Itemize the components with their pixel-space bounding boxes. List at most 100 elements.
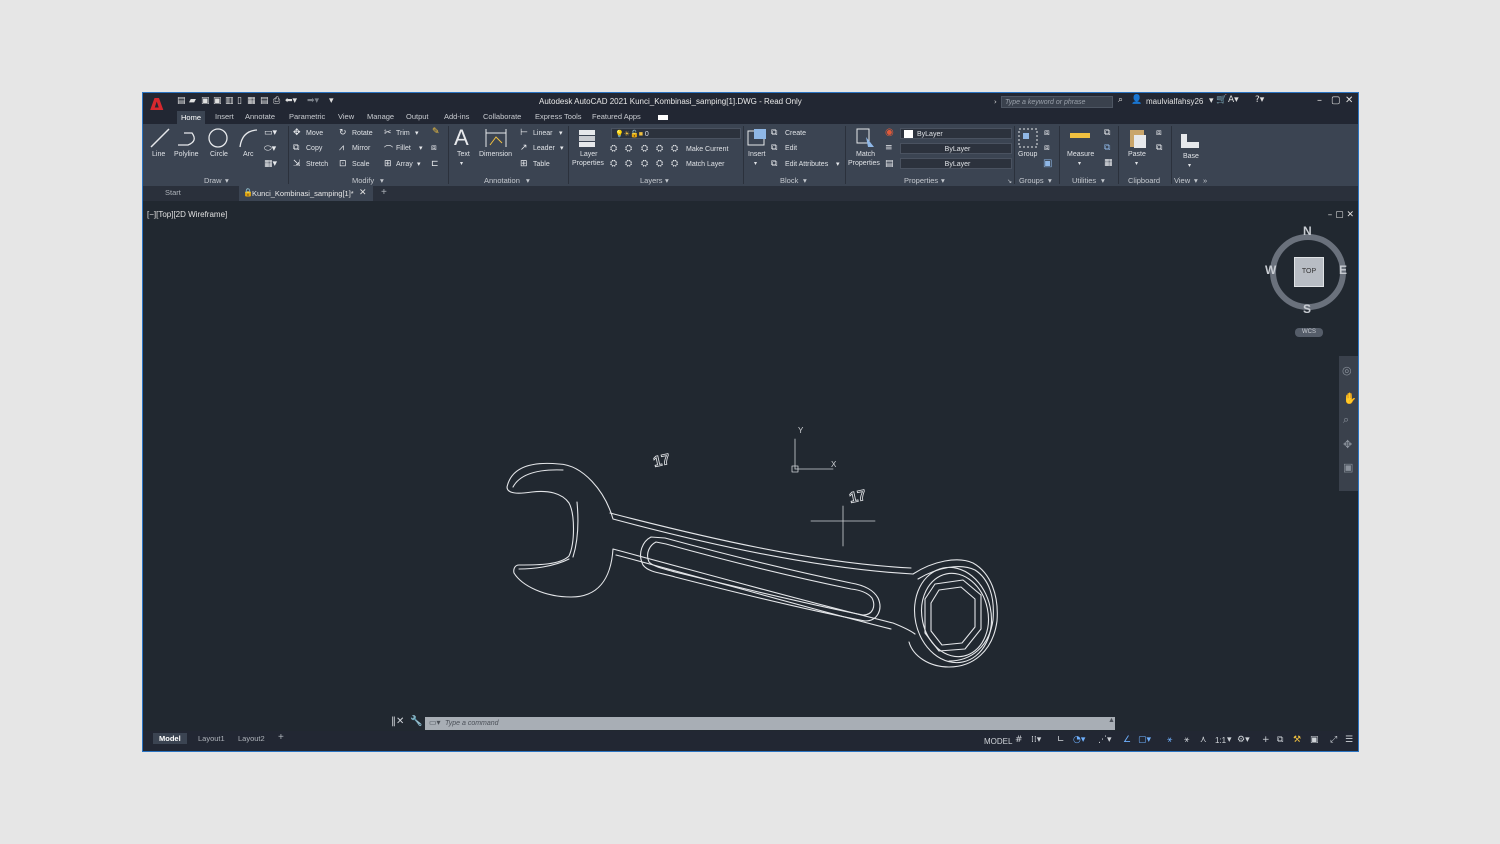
workspace-gear-icon[interactable]: ⚙▾ bbox=[1237, 735, 1250, 745]
polar-icon[interactable]: ◔▾ bbox=[1073, 735, 1085, 745]
tab-home[interactable]: Home bbox=[177, 111, 206, 124]
group-edit-icon[interactable]: ⧈ bbox=[1044, 143, 1050, 153]
tab-collaborate[interactable]: Collaborate bbox=[483, 112, 521, 121]
move-button[interactable]: Move bbox=[306, 130, 323, 137]
base-dropdown-icon[interactable]: ▾ bbox=[1188, 162, 1191, 169]
search-icon[interactable]: ⌕ bbox=[1118, 95, 1123, 105]
annotation-monitor-icon[interactable]: + bbox=[1262, 735, 1270, 745]
close-icon[interactable]: ✕ bbox=[1345, 95, 1353, 106]
grid-icon[interactable]: # bbox=[1015, 735, 1023, 745]
help-icon[interactable]: ?▾ bbox=[1255, 95, 1264, 105]
linear-button[interactable]: Linear bbox=[533, 130, 552, 137]
pan-icon[interactable]: ✋ bbox=[1343, 392, 1357, 405]
layout1-tab[interactable]: Layout1 bbox=[198, 734, 225, 743]
leader-button[interactable]: Leader bbox=[533, 145, 555, 152]
annotation-scale-icon[interactable]: ⋏ bbox=[1200, 735, 1207, 745]
match-properties-icon[interactable] bbox=[854, 127, 876, 149]
clipboard-panel-title[interactable]: Clipboard bbox=[1128, 176, 1160, 185]
explode-icon[interactable]: ⧈ bbox=[431, 143, 437, 153]
insert-dropdown-icon[interactable]: ▾ bbox=[754, 160, 757, 167]
draw-panel-title[interactable]: Draw bbox=[204, 176, 222, 185]
circle-button[interactable]: Circle bbox=[210, 151, 228, 158]
make-current-icon[interactable]: ⛭ bbox=[671, 144, 678, 154]
ribbon-minimize-icon[interactable] bbox=[658, 115, 668, 120]
tab-add-ins[interactable]: Add-ins bbox=[444, 112, 469, 121]
command-close-icon[interactable]: ‖✕ bbox=[391, 716, 404, 727]
lineweight-icon[interactable]: ≡ bbox=[885, 143, 893, 153]
minimize-icon[interactable]: – bbox=[1317, 95, 1322, 106]
create-block-button[interactable]: Create bbox=[785, 130, 806, 137]
scale-button[interactable]: Scale bbox=[352, 161, 370, 168]
account-dropdown-icon[interactable]: ▾ bbox=[1209, 96, 1214, 106]
quick-select-icon[interactable]: ⧉ bbox=[1104, 128, 1110, 138]
annotation-visibility-icon[interactable]: ⚹ bbox=[1167, 735, 1172, 745]
fillet-dropdown-icon[interactable]: ▾ bbox=[419, 144, 423, 152]
block-panel-dropdown-icon[interactable]: ▾ bbox=[803, 176, 807, 185]
line-button[interactable]: Line bbox=[152, 151, 165, 158]
polyline-icon[interactable] bbox=[176, 127, 200, 149]
properties-dialog-launcher-icon[interactable]: ↘ bbox=[1007, 178, 1012, 185]
measure-dropdown-icon[interactable]: ▾ bbox=[1078, 160, 1081, 167]
layers-panel-dropdown-icon[interactable]: ▾ bbox=[665, 176, 669, 185]
customize-qat-icon[interactable]: ▾ bbox=[329, 96, 334, 106]
username-label[interactable]: maulvialfahsy26 bbox=[1146, 97, 1203, 106]
orbit-icon[interactable]: ✥ bbox=[1343, 438, 1352, 451]
match-layer-button[interactable]: Match Layer bbox=[686, 161, 725, 168]
color-wheel-icon[interactable]: ◉ bbox=[885, 127, 894, 138]
measure-icon[interactable] bbox=[1069, 130, 1091, 142]
view-panel-dropdown-icon[interactable]: ▾ bbox=[1194, 176, 1198, 185]
layers-panel-title[interactable]: Layers bbox=[640, 176, 663, 185]
linear-dropdown-icon[interactable]: ▾ bbox=[559, 129, 563, 137]
create-block-icon[interactable]: ⧉ bbox=[771, 128, 777, 138]
maximize-icon[interactable]: ▢ bbox=[1331, 95, 1340, 106]
rectangle-icon[interactable]: ▭▾ bbox=[264, 128, 277, 138]
trim-icon[interactable]: ✂ bbox=[384, 128, 392, 138]
model-tab[interactable]: Model bbox=[153, 733, 187, 744]
groups-panel-title[interactable]: Groups bbox=[1019, 176, 1044, 185]
layer-isolate-icon[interactable]: ⛭ bbox=[625, 144, 632, 154]
undo-icon[interactable]: ⬅▾ bbox=[285, 96, 297, 106]
tab-output[interactable]: Output bbox=[406, 112, 429, 121]
hardware-acceleration-icon[interactable]: ▣ bbox=[1310, 735, 1319, 745]
text-icon[interactable]: A bbox=[454, 125, 469, 151]
tab-view[interactable]: View bbox=[338, 112, 354, 121]
open-icon[interactable]: ▰ bbox=[189, 96, 196, 106]
color-dropdown[interactable]: ByLayer bbox=[900, 128, 1012, 139]
tab-featured-apps[interactable]: Featured Apps bbox=[592, 112, 641, 121]
drawing-viewport[interactable]: [−][Top][2D Wireframe] – ▢ ✕ Y X 17 17 N… bbox=[143, 201, 1358, 731]
annotation-panel-title[interactable]: Annotation bbox=[484, 176, 520, 185]
snap-icon[interactable]: ⁞⁞▾ bbox=[1031, 735, 1041, 745]
units-icon[interactable]: ⧉ bbox=[1277, 735, 1283, 745]
leader-icon[interactable]: ↗ bbox=[520, 143, 528, 153]
arc-icon[interactable] bbox=[237, 127, 259, 149]
layer-properties-button-line2[interactable]: Properties bbox=[572, 160, 604, 167]
base-button[interactable]: Base bbox=[1183, 153, 1199, 160]
annotation-scale-value[interactable]: 1:1 bbox=[1215, 736, 1226, 745]
quick-properties-icon[interactable]: ⚒ bbox=[1293, 735, 1301, 745]
cart-icon[interactable]: 🛒 bbox=[1216, 95, 1227, 105]
array-button[interactable]: Array bbox=[396, 161, 413, 168]
edit-attributes-icon[interactable]: ⧉ bbox=[771, 159, 777, 169]
layer-properties-button[interactable]: Layer bbox=[580, 151, 598, 158]
match-properties-button[interactable]: Match bbox=[856, 151, 875, 158]
hatch-icon[interactable]: ▦▾ bbox=[264, 159, 277, 169]
viewcube-east[interactable]: E bbox=[1339, 263, 1347, 277]
active-file-tab[interactable]: 🔒 Kunci_Kombinasi_samping[1]* ✕ bbox=[239, 186, 373, 201]
cut-icon[interactable]: ⧈ bbox=[1156, 128, 1162, 138]
clean-screen-icon[interactable]: ⤢ bbox=[1330, 735, 1337, 745]
share-icon[interactable]: ▯ bbox=[237, 96, 242, 106]
paste-dropdown-icon[interactable]: ▾ bbox=[1135, 160, 1138, 167]
table-button[interactable]: Table bbox=[533, 161, 550, 168]
paste-icon[interactable] bbox=[1127, 127, 1149, 149]
tab-annotate[interactable]: Annotate bbox=[245, 112, 275, 121]
match-layer-icon[interactable]: ⛭ bbox=[671, 159, 678, 169]
viewcube-west[interactable]: W bbox=[1265, 263, 1276, 277]
trim-button[interactable]: Trim bbox=[396, 130, 410, 137]
line-icon[interactable] bbox=[149, 127, 171, 149]
tab-insert[interactable]: Insert bbox=[215, 112, 234, 121]
customization-menu-icon[interactable]: ☰ bbox=[1345, 735, 1353, 745]
layout2-tab[interactable]: Layout2 bbox=[238, 734, 265, 743]
stretch-icon[interactable]: ⇲ bbox=[293, 159, 301, 169]
leader-dropdown-icon[interactable]: ▾ bbox=[560, 144, 564, 152]
draw-panel-dropdown-icon[interactable]: ▾ bbox=[225, 176, 229, 185]
